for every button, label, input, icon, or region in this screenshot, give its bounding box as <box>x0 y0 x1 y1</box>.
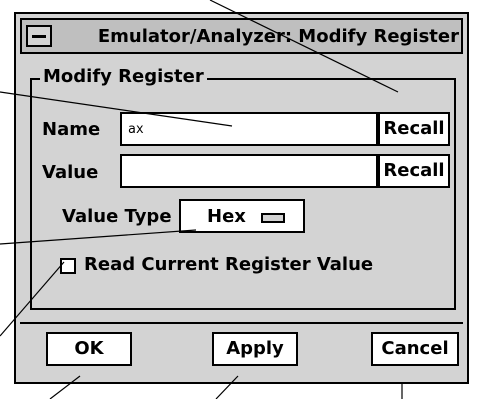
button-separator <box>20 322 463 324</box>
option-menu-indicator-icon <box>261 213 285 223</box>
group-label: Modify Register <box>40 66 207 87</box>
title-bar[interactable]: Emulator/Analyzer: Modify Register <box>20 18 463 54</box>
read-current-checkbox[interactable] <box>60 258 76 274</box>
read-current-label: Read Current Register Value <box>84 254 374 275</box>
value-type-label: Value Type <box>62 206 172 227</box>
value-label: Value <box>42 162 99 183</box>
name-field[interactable]: ax <box>120 112 378 146</box>
value-type-option-menu[interactable]: Hex <box>179 199 305 233</box>
name-label: Name <box>42 119 101 140</box>
value-recall-button[interactable]: Recall <box>378 154 450 188</box>
ok-button[interactable]: OK <box>46 332 132 366</box>
apply-button[interactable]: Apply <box>212 332 298 366</box>
value-type-selected: Hex <box>207 206 246 227</box>
modify-register-dialog: Emulator/Analyzer: Modify Register Modif… <box>14 12 469 384</box>
cancel-button[interactable]: Cancel <box>371 332 459 366</box>
name-recall-button[interactable]: Recall <box>378 112 450 146</box>
window-title: Emulator/Analyzer: Modify Register <box>97 26 459 47</box>
value-field[interactable] <box>120 154 378 188</box>
